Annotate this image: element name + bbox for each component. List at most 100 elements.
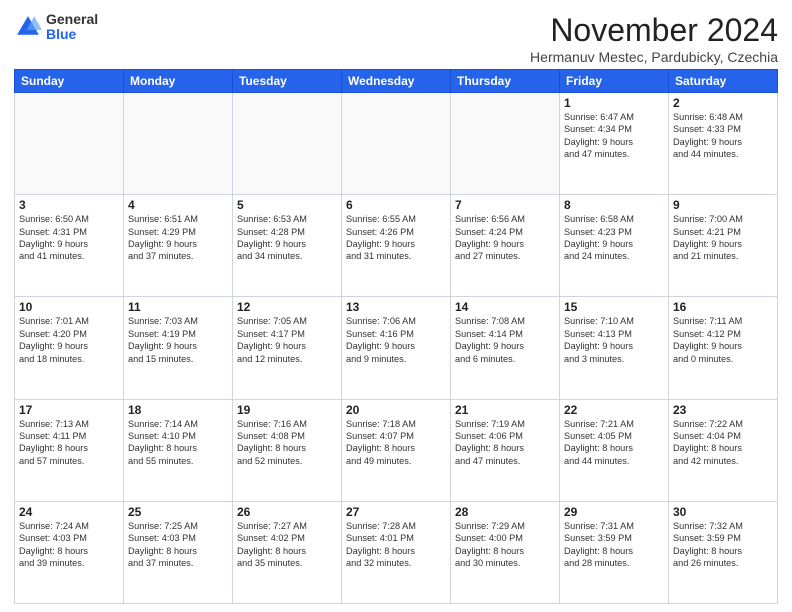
page: General Blue November 2024 Hermanuv Mest… <box>0 0 792 612</box>
calendar-cell: 17Sunrise: 7:13 AMSunset: 4:11 PMDayligh… <box>15 399 124 501</box>
logo-icon <box>14 13 42 41</box>
day-info: Sunrise: 7:19 AMSunset: 4:06 PMDaylight:… <box>455 418 555 468</box>
calendar-cell: 4Sunrise: 6:51 AMSunset: 4:29 PMDaylight… <box>124 195 233 297</box>
title-section: November 2024 Hermanuv Mestec, Pardubick… <box>530 12 778 65</box>
calendar-cell: 23Sunrise: 7:22 AMSunset: 4:04 PMDayligh… <box>669 399 778 501</box>
day-info: Sunrise: 7:31 AMSunset: 3:59 PMDaylight:… <box>564 520 664 570</box>
calendar-week-2: 10Sunrise: 7:01 AMSunset: 4:20 PMDayligh… <box>15 297 778 399</box>
day-number: 19 <box>237 403 337 417</box>
day-number: 21 <box>455 403 555 417</box>
month-title: November 2024 <box>530 12 778 49</box>
calendar-cell: 18Sunrise: 7:14 AMSunset: 4:10 PMDayligh… <box>124 399 233 501</box>
calendar-cell: 12Sunrise: 7:05 AMSunset: 4:17 PMDayligh… <box>233 297 342 399</box>
col-wednesday: Wednesday <box>342 70 451 93</box>
calendar-cell <box>233 93 342 195</box>
day-number: 5 <box>237 198 337 212</box>
subtitle: Hermanuv Mestec, Pardubicky, Czechia <box>530 49 778 65</box>
calendar-cell: 19Sunrise: 7:16 AMSunset: 4:08 PMDayligh… <box>233 399 342 501</box>
header-row: Sunday Monday Tuesday Wednesday Thursday… <box>15 70 778 93</box>
calendar-cell: 11Sunrise: 7:03 AMSunset: 4:19 PMDayligh… <box>124 297 233 399</box>
calendar-cell: 14Sunrise: 7:08 AMSunset: 4:14 PMDayligh… <box>451 297 560 399</box>
day-info: Sunrise: 6:56 AMSunset: 4:24 PMDaylight:… <box>455 213 555 263</box>
day-number: 16 <box>673 300 773 314</box>
day-number: 12 <box>237 300 337 314</box>
calendar-cell: 15Sunrise: 7:10 AMSunset: 4:13 PMDayligh… <box>560 297 669 399</box>
col-thursday: Thursday <box>451 70 560 93</box>
day-info: Sunrise: 6:53 AMSunset: 4:28 PMDaylight:… <box>237 213 337 263</box>
calendar-cell <box>124 93 233 195</box>
day-number: 30 <box>673 505 773 519</box>
day-number: 18 <box>128 403 228 417</box>
calendar-week-4: 24Sunrise: 7:24 AMSunset: 4:03 PMDayligh… <box>15 501 778 603</box>
day-number: 8 <box>564 198 664 212</box>
day-info: Sunrise: 7:10 AMSunset: 4:13 PMDaylight:… <box>564 315 664 365</box>
calendar-cell: 29Sunrise: 7:31 AMSunset: 3:59 PMDayligh… <box>560 501 669 603</box>
day-number: 17 <box>19 403 119 417</box>
logo-blue-label: Blue <box>46 27 98 42</box>
calendar-cell: 13Sunrise: 7:06 AMSunset: 4:16 PMDayligh… <box>342 297 451 399</box>
day-info: Sunrise: 6:47 AMSunset: 4:34 PMDaylight:… <box>564 111 664 161</box>
day-info: Sunrise: 7:28 AMSunset: 4:01 PMDaylight:… <box>346 520 446 570</box>
calendar-cell: 20Sunrise: 7:18 AMSunset: 4:07 PMDayligh… <box>342 399 451 501</box>
calendar-cell: 16Sunrise: 7:11 AMSunset: 4:12 PMDayligh… <box>669 297 778 399</box>
col-monday: Monday <box>124 70 233 93</box>
day-info: Sunrise: 7:06 AMSunset: 4:16 PMDaylight:… <box>346 315 446 365</box>
calendar-week-0: 1Sunrise: 6:47 AMSunset: 4:34 PMDaylight… <box>15 93 778 195</box>
day-number: 20 <box>346 403 446 417</box>
calendar-body: 1Sunrise: 6:47 AMSunset: 4:34 PMDaylight… <box>15 93 778 604</box>
col-sunday: Sunday <box>15 70 124 93</box>
day-number: 28 <box>455 505 555 519</box>
day-info: Sunrise: 7:21 AMSunset: 4:05 PMDaylight:… <box>564 418 664 468</box>
day-info: Sunrise: 7:00 AMSunset: 4:21 PMDaylight:… <box>673 213 773 263</box>
day-number: 3 <box>19 198 119 212</box>
day-info: Sunrise: 7:27 AMSunset: 4:02 PMDaylight:… <box>237 520 337 570</box>
day-number: 25 <box>128 505 228 519</box>
day-info: Sunrise: 6:51 AMSunset: 4:29 PMDaylight:… <box>128 213 228 263</box>
calendar-cell: 8Sunrise: 6:58 AMSunset: 4:23 PMDaylight… <box>560 195 669 297</box>
calendar-week-3: 17Sunrise: 7:13 AMSunset: 4:11 PMDayligh… <box>15 399 778 501</box>
day-info: Sunrise: 6:58 AMSunset: 4:23 PMDaylight:… <box>564 213 664 263</box>
day-info: Sunrise: 7:11 AMSunset: 4:12 PMDaylight:… <box>673 315 773 365</box>
calendar-cell: 3Sunrise: 6:50 AMSunset: 4:31 PMDaylight… <box>15 195 124 297</box>
day-info: Sunrise: 7:22 AMSunset: 4:04 PMDaylight:… <box>673 418 773 468</box>
day-info: Sunrise: 7:14 AMSunset: 4:10 PMDaylight:… <box>128 418 228 468</box>
day-number: 29 <box>564 505 664 519</box>
calendar-cell: 30Sunrise: 7:32 AMSunset: 3:59 PMDayligh… <box>669 501 778 603</box>
calendar-cell: 1Sunrise: 6:47 AMSunset: 4:34 PMDaylight… <box>560 93 669 195</box>
logo: General Blue <box>14 12 98 43</box>
calendar-cell: 5Sunrise: 6:53 AMSunset: 4:28 PMDaylight… <box>233 195 342 297</box>
col-friday: Friday <box>560 70 669 93</box>
calendar-cell: 25Sunrise: 7:25 AMSunset: 4:03 PMDayligh… <box>124 501 233 603</box>
calendar-cell: 26Sunrise: 7:27 AMSunset: 4:02 PMDayligh… <box>233 501 342 603</box>
calendar-cell: 7Sunrise: 6:56 AMSunset: 4:24 PMDaylight… <box>451 195 560 297</box>
top-section: General Blue November 2024 Hermanuv Mest… <box>14 12 778 65</box>
day-info: Sunrise: 7:29 AMSunset: 4:00 PMDaylight:… <box>455 520 555 570</box>
day-info: Sunrise: 6:50 AMSunset: 4:31 PMDaylight:… <box>19 213 119 263</box>
calendar-week-1: 3Sunrise: 6:50 AMSunset: 4:31 PMDaylight… <box>15 195 778 297</box>
col-saturday: Saturday <box>669 70 778 93</box>
calendar-cell <box>451 93 560 195</box>
day-number: 22 <box>564 403 664 417</box>
logo-text: General Blue <box>46 12 98 43</box>
calendar-cell <box>15 93 124 195</box>
calendar-cell <box>342 93 451 195</box>
day-number: 24 <box>19 505 119 519</box>
day-number: 23 <box>673 403 773 417</box>
day-info: Sunrise: 7:18 AMSunset: 4:07 PMDaylight:… <box>346 418 446 468</box>
day-number: 14 <box>455 300 555 314</box>
calendar-cell: 21Sunrise: 7:19 AMSunset: 4:06 PMDayligh… <box>451 399 560 501</box>
day-number: 6 <box>346 198 446 212</box>
day-info: Sunrise: 6:55 AMSunset: 4:26 PMDaylight:… <box>346 213 446 263</box>
day-info: Sunrise: 7:01 AMSunset: 4:20 PMDaylight:… <box>19 315 119 365</box>
day-number: 13 <box>346 300 446 314</box>
day-info: Sunrise: 7:08 AMSunset: 4:14 PMDaylight:… <box>455 315 555 365</box>
calendar-cell: 27Sunrise: 7:28 AMSunset: 4:01 PMDayligh… <box>342 501 451 603</box>
day-info: Sunrise: 7:25 AMSunset: 4:03 PMDaylight:… <box>128 520 228 570</box>
day-number: 7 <box>455 198 555 212</box>
day-number: 11 <box>128 300 228 314</box>
calendar-cell: 10Sunrise: 7:01 AMSunset: 4:20 PMDayligh… <box>15 297 124 399</box>
calendar-cell: 6Sunrise: 6:55 AMSunset: 4:26 PMDaylight… <box>342 195 451 297</box>
day-info: Sunrise: 7:05 AMSunset: 4:17 PMDaylight:… <box>237 315 337 365</box>
calendar-table: Sunday Monday Tuesday Wednesday Thursday… <box>14 69 778 604</box>
day-info: Sunrise: 7:13 AMSunset: 4:11 PMDaylight:… <box>19 418 119 468</box>
